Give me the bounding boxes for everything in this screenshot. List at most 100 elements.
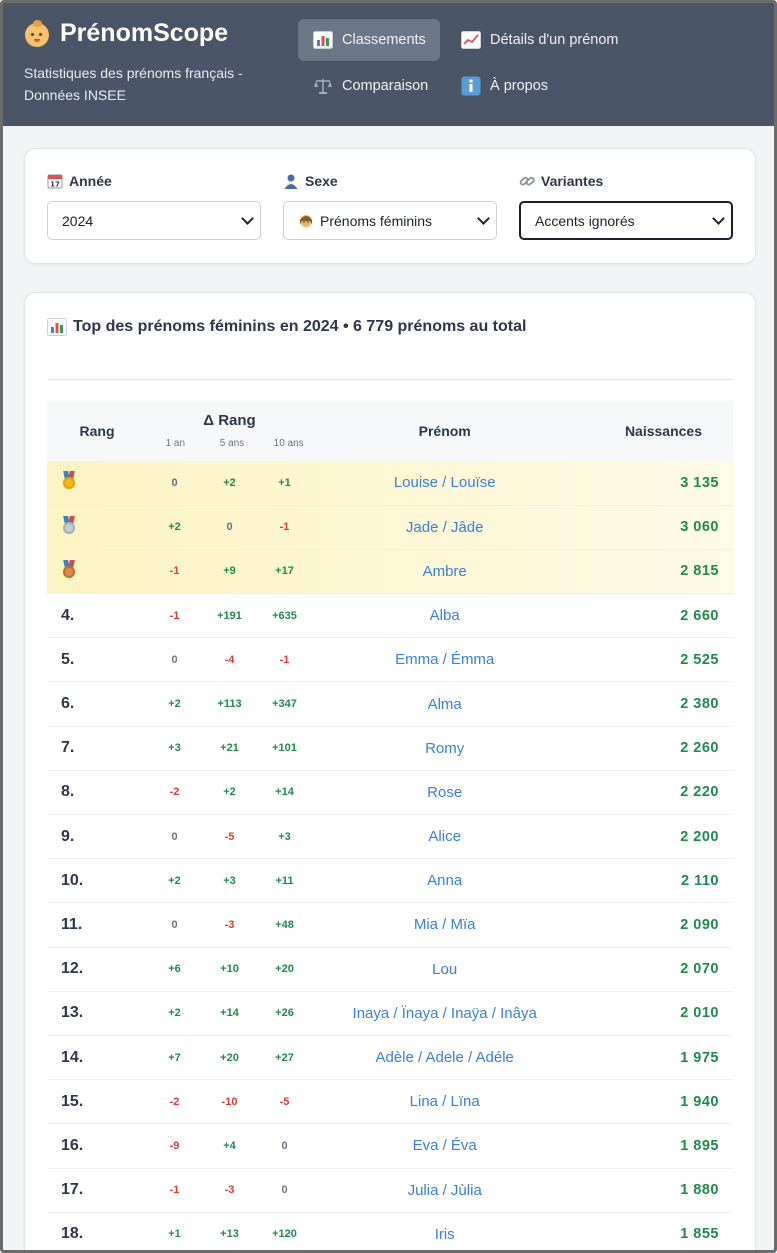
nav-a-propos[interactable]: À propos <box>446 65 562 107</box>
delta-1-cell: 0 <box>171 653 178 666</box>
rank-cell: 4. <box>61 606 75 624</box>
variants-select[interactable]: Accents ignorés <box>519 201 733 240</box>
name-link[interactable]: Romy <box>312 726 577 770</box>
table-row[interactable]: 4. -1 +191 +635 Alba 2 660 <box>47 594 733 638</box>
table-row[interactable]: 9. 0 -5 +3 Alice 2 200 <box>47 815 733 859</box>
table-row[interactable]: 14. +7 +20 +27 Adèle / Adele / Adéle 1 975 <box>47 1035 733 1080</box>
rank-cell: 18. <box>61 1225 84 1243</box>
table-row[interactable]: 0 +2 +1 Louise / Louïse 3 135 <box>47 461 733 506</box>
delta-1-cell: 0 <box>171 476 178 489</box>
name-link[interactable]: Anna <box>312 859 577 903</box>
delta-5-cell: +14 <box>220 1007 239 1020</box>
brand: PrénomScope Statistiques des prénoms fra… <box>24 19 264 106</box>
delta-1-label: 1 an <box>165 438 186 449</box>
col-name[interactable]: Prénom <box>312 401 577 461</box>
brand-title-row[interactable]: PrénomScope <box>24 19 264 48</box>
table-row[interactable]: 5. 0 -4 -1 Emma / Émma 2 525 <box>47 638 733 682</box>
name-link[interactable]: Ambre <box>312 549 577 593</box>
nav-classements[interactable]: Classements <box>298 19 440 61</box>
girl-icon <box>298 213 314 229</box>
table-row[interactable]: 13. +2 +14 +26 Inaya / Ïnaya / Inaÿa / Inâya… <box>47 991 733 1036</box>
delta-10-cell: +14 <box>275 786 294 799</box>
name-link[interactable]: Jade / Jâde <box>312 505 577 549</box>
table-row[interactable]: 16. -9 +4 0 Eva / Éva 1 895 <box>47 1124 733 1168</box>
delta-1-cell: -2 <box>169 1095 180 1108</box>
filters-card: 17 Année 2024 Sexe Prénoms féminins Vari… <box>24 148 756 264</box>
table-row[interactable]: +2 0 -1 Jade / Jâde 3 060 <box>47 505 733 550</box>
table-row[interactable]: 15. -2 -10 -5 Lina / Lïna 1 940 <box>47 1080 733 1124</box>
variants-label: Variantes <box>519 172 733 190</box>
table-row[interactable]: -1 +9 +17 Ambre 2 815 <box>47 549 733 594</box>
name-link[interactable]: Rose <box>312 770 577 814</box>
rank-cell: 6. <box>61 695 75 713</box>
name-link[interactable]: Julia / Jùlia <box>312 1168 577 1212</box>
name-link[interactable]: Lina / Lïna <box>312 1080 577 1124</box>
sex-label: Sexe <box>283 172 497 190</box>
variants-filter: Variantes Accents ignorés <box>519 172 733 240</box>
nav-comparaison[interactable]: Comparaison <box>298 65 442 107</box>
table-row[interactable]: 17. -1 -3 0 Julia / Jùlia 1 880 <box>47 1168 733 1213</box>
births-cell: 1 895 <box>680 1137 719 1154</box>
delta-1-cell: +2 <box>168 1007 181 1020</box>
sex-select[interactable]: Prénoms féminins <box>283 201 497 240</box>
births-cell: 2 380 <box>680 696 719 713</box>
baby-icon <box>24 19 50 48</box>
delta-5-cell: +3 <box>223 874 236 887</box>
table-row[interactable]: 7. +3 +21 +101 Romy 2 260 <box>47 726 733 771</box>
delta-10-cell: +11 <box>275 874 294 887</box>
year-select[interactable]: 2024 <box>47 201 261 240</box>
name-link[interactable]: Eva / Éva <box>312 1124 577 1168</box>
delta-5-cell: +9 <box>223 565 236 578</box>
delta-10-label: 10 ans <box>273 438 304 449</box>
rank-cell: 17. <box>61 1181 84 1199</box>
name-link[interactable]: Alice <box>312 815 577 859</box>
name-link[interactable]: Emma / Émma <box>312 638 577 682</box>
table-row[interactable]: 8. -2 +2 +14 Rose 2 220 <box>47 770 733 815</box>
delta-5-cell: +2 <box>223 786 236 799</box>
name-link[interactable]: Adèle / Adele / Adéle <box>312 1035 577 1079</box>
info-icon <box>460 76 482 96</box>
delta-1-cell: 0 <box>171 830 178 843</box>
births-cell: 2 660 <box>680 607 719 624</box>
delta-5-cell: +20 <box>220 1051 239 1064</box>
table-row[interactable]: 11. 0 -3 +48 Mia / Mïa 2 090 <box>47 903 733 948</box>
delta-5-cell: -3 <box>224 1184 235 1197</box>
delta-5-cell: +10 <box>220 963 239 976</box>
rank-cell: 8. <box>61 783 75 801</box>
bar-chart-icon <box>47 318 67 336</box>
delta-5-cell: -10 <box>221 1095 238 1108</box>
rank-cell: 11. <box>61 915 83 933</box>
delta-10-cell: +101 <box>272 742 297 755</box>
delta-5-cell: +13 <box>220 1228 239 1241</box>
chevron-down-icon <box>477 211 490 225</box>
person-icon <box>283 173 299 189</box>
rank-cell: 13. <box>61 1004 84 1022</box>
delta-10-cell: +27 <box>275 1051 294 1064</box>
nav-label: Classements <box>342 32 426 48</box>
name-link[interactable]: Inaya / Ïnaya / Inaÿa / Inâya <box>312 991 577 1035</box>
app-window: PrénomScope Statistiques des prénoms fra… <box>0 0 777 1253</box>
col-rank[interactable]: Rang <box>47 401 147 461</box>
delta-10-cell: +120 <box>272 1228 297 1241</box>
name-link[interactable]: Alba <box>312 594 577 638</box>
svg-text:17: 17 <box>50 181 60 189</box>
col-births[interactable]: Naissances <box>577 401 733 461</box>
births-cell: 2 220 <box>680 784 719 801</box>
name-link[interactable]: Lou <box>312 947 577 991</box>
app-subtitle: Statistiques des prénoms français - Donn… <box>24 65 243 103</box>
delta-title: Δ Rang <box>203 412 256 429</box>
table-row[interactable]: 10. +2 +3 +11 Anna 2 110 <box>47 859 733 903</box>
delta-10-cell: +3 <box>278 830 291 843</box>
nav-details[interactable]: Détails d'un prénom <box>446 19 633 61</box>
chevron-down-icon <box>241 211 254 225</box>
table-row[interactable]: 12. +6 +10 +20 Lou 2 070 <box>47 947 733 992</box>
table-row[interactable]: 6. +2 +113 +347 Alma 2 380 <box>47 682 733 727</box>
rank-cell: 9. <box>61 827 75 845</box>
births-cell: 3 135 <box>680 474 719 491</box>
name-link[interactable]: Iris <box>312 1212 577 1250</box>
name-link[interactable]: Alma <box>312 682 577 726</box>
table-row[interactable]: 18. +1 +13 +120 Iris 1 855 <box>47 1212 733 1250</box>
name-link[interactable]: Mia / Mïa <box>312 903 577 947</box>
name-link[interactable]: Louise / Louïse <box>312 461 577 505</box>
app-title: PrénomScope <box>60 19 229 47</box>
